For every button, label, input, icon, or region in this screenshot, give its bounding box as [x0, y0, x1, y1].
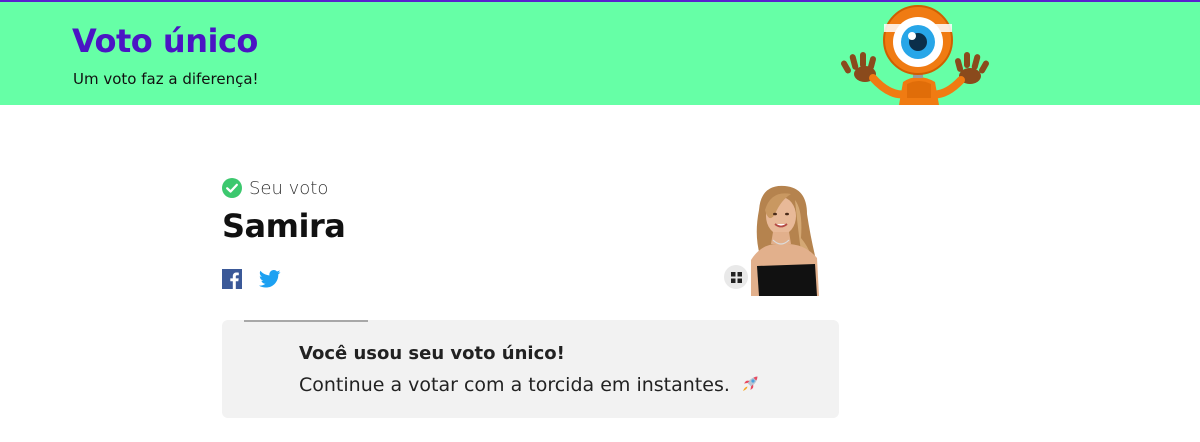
facebook-icon[interactable]	[222, 269, 242, 289]
page-subtitle: Um voto faz a diferença!	[73, 70, 259, 88]
mascot-eye-robot-icon	[841, 5, 989, 105]
candidate-photo	[741, 180, 839, 296]
twitter-icon[interactable]	[259, 270, 281, 288]
share-buttons	[222, 269, 281, 289]
candidate-portrait-image	[741, 180, 839, 296]
notice-message: Continue a votar com a torcida em instan…	[299, 374, 760, 396]
expand-photo-button[interactable]	[724, 265, 748, 289]
vote-label: Seu voto	[249, 177, 329, 199]
page-header: Voto único Um voto faz a diferença!	[0, 2, 1200, 105]
notice-text: Continue a votar com a torcida em instan…	[299, 374, 730, 396]
notice-title: Você usou seu voto único!	[299, 343, 565, 364]
rocket-icon	[742, 376, 758, 391]
candidate-name: Samira	[222, 207, 346, 245]
vote-label-row: Seu voto	[222, 177, 328, 199]
notice-progress-bar	[244, 320, 368, 322]
check-circle-icon	[222, 178, 242, 198]
page-title: Voto único	[72, 22, 258, 60]
vote-used-notice: Você usou seu voto único! Continue a vot…	[222, 320, 839, 418]
expand-grid-icon	[730, 271, 742, 283]
